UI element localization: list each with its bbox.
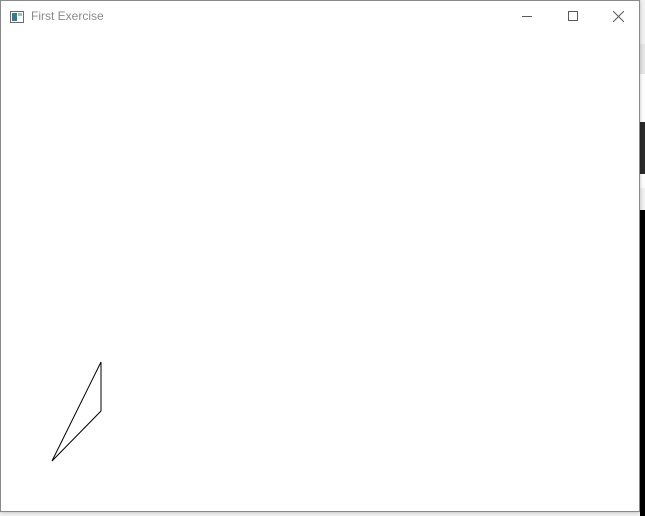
background-window — [640, 174, 645, 188]
triangle-shape — [51, 361, 102, 462]
window-title: First Exercise — [31, 9, 104, 23]
maximize-button[interactable] — [550, 1, 596, 31]
close-icon — [612, 10, 624, 22]
minimize-button[interactable] — [504, 1, 550, 31]
background-window — [640, 188, 645, 210]
background-window — [640, 122, 645, 174]
drawing-canvas[interactable] — [1, 31, 639, 511]
title-bar[interactable]: First Exercise — [1, 1, 639, 31]
maximize-icon — [568, 11, 578, 21]
close-button[interactable] — [595, 1, 641, 31]
background-window — [640, 44, 645, 74]
canvas-drawing — [51, 361, 102, 462]
minimize-icon — [522, 11, 532, 21]
app-icon[interactable] — [10, 10, 24, 23]
app-window: First Exercise — [0, 0, 640, 512]
background-window — [640, 210, 645, 516]
background-window — [640, 74, 645, 122]
